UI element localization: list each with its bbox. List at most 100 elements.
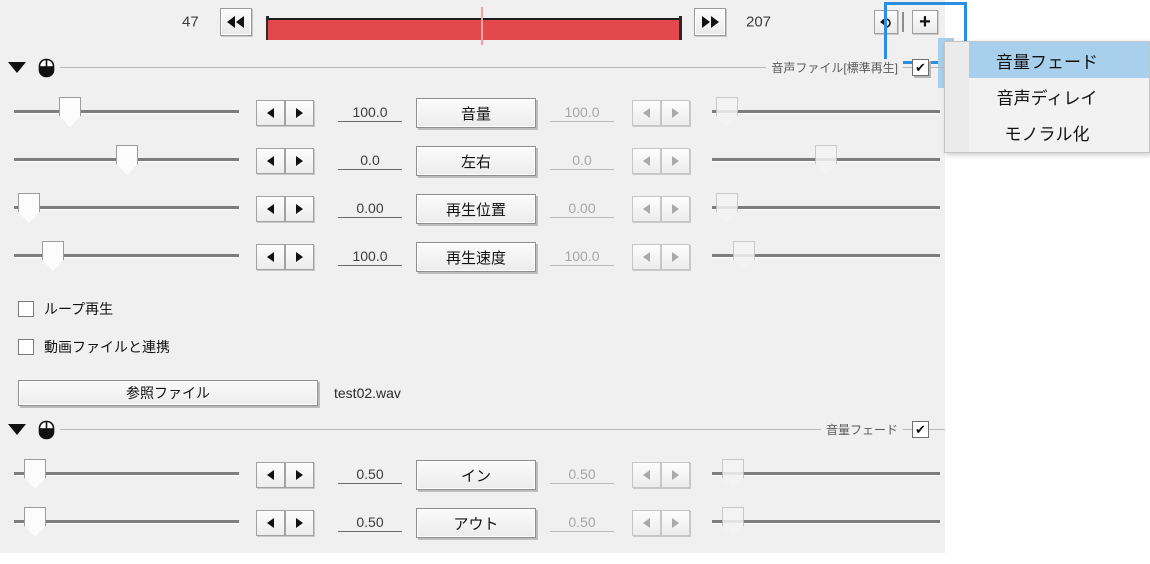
left-slider[interactable] bbox=[14, 241, 239, 271]
start-frame-value[interactable]: 47 bbox=[182, 14, 199, 31]
left-spinner[interactable] bbox=[256, 244, 314, 270]
triangle-down-icon[interactable] bbox=[8, 424, 26, 435]
spinner-increment[interactable] bbox=[285, 510, 314, 536]
spinner-decrement[interactable] bbox=[256, 462, 285, 488]
effect-context-menu[interactable]: 音量フェード 音声ディレイ モノラル化 bbox=[944, 41, 1150, 153]
left-spinner[interactable] bbox=[256, 196, 314, 222]
left-slider[interactable] bbox=[14, 145, 239, 175]
spinner-increment[interactable] bbox=[285, 148, 314, 174]
slider-track[interactable] bbox=[14, 520, 239, 524]
right-value[interactable]: 100.0 bbox=[550, 248, 614, 266]
right-value[interactable]: 100.0 bbox=[550, 104, 614, 122]
right-slider[interactable] bbox=[712, 97, 940, 127]
right-spinner[interactable] bbox=[632, 100, 690, 126]
spinner-increment[interactable] bbox=[285, 100, 314, 126]
slider-handle[interactable] bbox=[716, 193, 738, 223]
left-slider[interactable] bbox=[14, 507, 239, 537]
slider-handle[interactable] bbox=[815, 145, 837, 175]
parameter-name-button[interactable]: 再生位置 bbox=[416, 194, 536, 224]
right-slider[interactable] bbox=[712, 145, 940, 175]
slider-handle[interactable] bbox=[24, 459, 46, 489]
fast-forward-button[interactable] bbox=[694, 8, 726, 36]
spinner-increment[interactable] bbox=[661, 196, 690, 222]
left-spinner[interactable] bbox=[256, 148, 314, 174]
right-slider[interactable] bbox=[712, 241, 940, 271]
spinner-decrement[interactable] bbox=[632, 462, 661, 488]
checkbox-row-video-link[interactable]: 動画ファイルと連携 bbox=[0, 334, 170, 360]
slider-handle[interactable] bbox=[716, 97, 738, 127]
end-frame-value[interactable]: 207 bbox=[746, 14, 771, 31]
spinner-increment[interactable] bbox=[285, 196, 314, 222]
slider-handle[interactable] bbox=[116, 145, 138, 175]
slider-track[interactable] bbox=[14, 206, 239, 210]
left-value[interactable]: 100.0 bbox=[338, 248, 402, 266]
slider-handle[interactable] bbox=[722, 459, 744, 489]
section-header-audio-file[interactable]: 音声ファイル[標準再生] ✔ bbox=[0, 56, 945, 80]
spinner-decrement[interactable] bbox=[632, 148, 661, 174]
timeline-range-slider[interactable] bbox=[262, 7, 686, 45]
right-value[interactable]: 0.50 bbox=[550, 514, 614, 532]
triangle-down-icon[interactable] bbox=[8, 62, 26, 73]
spinner-increment[interactable] bbox=[661, 244, 690, 270]
right-value[interactable]: 0.50 bbox=[550, 466, 614, 484]
section-header-volume-fade[interactable]: 音量フェード ✔ bbox=[0, 418, 945, 442]
slider-handle[interactable] bbox=[59, 97, 81, 127]
spinner-decrement[interactable] bbox=[632, 510, 661, 536]
browse-file-button[interactable]: 参照ファイル bbox=[18, 380, 318, 406]
parameter-name-button[interactable]: アウト bbox=[416, 508, 536, 538]
spinner-decrement[interactable] bbox=[256, 100, 285, 126]
spinner-increment[interactable] bbox=[661, 462, 690, 488]
section-enable-checkbox-audio-file[interactable]: ✔ bbox=[912, 59, 929, 76]
spinner-decrement[interactable] bbox=[256, 510, 285, 536]
slider-track[interactable] bbox=[712, 520, 940, 524]
left-slider[interactable] bbox=[14, 193, 239, 223]
slider-handle[interactable] bbox=[42, 241, 64, 271]
spinner-increment[interactable] bbox=[661, 510, 690, 536]
left-value[interactable]: 0.0 bbox=[338, 152, 402, 170]
spinner-decrement[interactable] bbox=[632, 196, 661, 222]
right-value[interactable]: 0.0 bbox=[550, 152, 614, 170]
slider-track[interactable] bbox=[712, 110, 940, 114]
parameter-name-button[interactable]: 再生速度 bbox=[416, 242, 536, 272]
right-slider[interactable] bbox=[712, 193, 940, 223]
left-spinner[interactable] bbox=[256, 100, 314, 126]
spinner-increment[interactable] bbox=[661, 148, 690, 174]
menu-item-volume-fade[interactable]: 音量フェード bbox=[945, 42, 1149, 78]
left-value[interactable]: 0.00 bbox=[338, 200, 402, 218]
section-enable-checkbox-volume-fade[interactable]: ✔ bbox=[912, 421, 929, 438]
slider-handle[interactable] bbox=[18, 193, 40, 223]
slider-track[interactable] bbox=[712, 472, 940, 476]
slider-track[interactable] bbox=[14, 472, 239, 476]
right-slider[interactable] bbox=[712, 507, 940, 537]
right-spinner[interactable] bbox=[632, 148, 690, 174]
spinner-decrement[interactable] bbox=[632, 244, 661, 270]
timeline-end-handle[interactable] bbox=[679, 16, 682, 40]
right-spinner[interactable] bbox=[632, 510, 690, 536]
left-value[interactable]: 100.0 bbox=[338, 104, 402, 122]
spinner-increment[interactable] bbox=[285, 462, 314, 488]
left-slider[interactable] bbox=[14, 459, 239, 489]
left-value[interactable]: 0.50 bbox=[338, 466, 402, 484]
spinner-decrement[interactable] bbox=[256, 148, 285, 174]
left-value[interactable]: 0.50 bbox=[338, 514, 402, 532]
slider-handle[interactable] bbox=[722, 507, 744, 537]
slider-handle[interactable] bbox=[24, 507, 46, 537]
right-value[interactable]: 0.00 bbox=[550, 200, 614, 218]
spinner-decrement[interactable] bbox=[256, 244, 285, 270]
left-spinner[interactable] bbox=[256, 510, 314, 536]
right-slider[interactable] bbox=[712, 459, 940, 489]
left-spinner[interactable] bbox=[256, 462, 314, 488]
timeline-track[interactable] bbox=[268, 18, 680, 40]
loop-playback-checkbox[interactable] bbox=[18, 301, 34, 317]
spinner-decrement[interactable] bbox=[256, 196, 285, 222]
timeline-playhead[interactable] bbox=[481, 7, 483, 45]
slider-handle[interactable] bbox=[733, 241, 755, 271]
parameter-name-button[interactable]: 左右 bbox=[416, 146, 536, 176]
spinner-increment[interactable] bbox=[661, 100, 690, 126]
spinner-increment[interactable] bbox=[285, 244, 314, 270]
left-slider[interactable] bbox=[14, 97, 239, 127]
menu-item-monaural[interactable]: モノラル化 bbox=[945, 114, 1149, 150]
menu-item-audio-delay[interactable]: 音声ディレイ bbox=[945, 78, 1149, 114]
spinner-decrement[interactable] bbox=[632, 100, 661, 126]
parameter-name-button[interactable]: 音量 bbox=[416, 98, 536, 128]
